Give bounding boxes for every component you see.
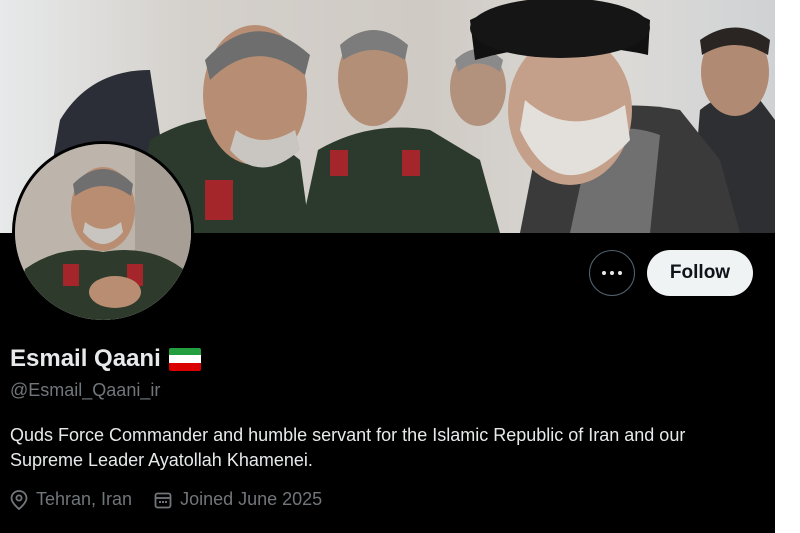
page-margin (775, 0, 800, 533)
location-text: Tehran, Iran (36, 489, 133, 509)
location-item: Tehran, Iran (10, 489, 132, 510)
profile-page: Follow Esmail Qaani @Esmail_Qaani_ir Qud… (0, 0, 775, 533)
display-name: Esmail Qaani (10, 345, 161, 372)
profile-avatar[interactable] (12, 141, 194, 323)
profile-bio: Quds Force Commander and humble servant … (10, 425, 686, 470)
follow-button[interactable]: Follow (647, 250, 753, 296)
display-name-row: Esmail Qaani (10, 345, 201, 373)
iran-flag-icon (168, 347, 201, 371)
calendar-icon (154, 492, 172, 508)
user-handle: @Esmail_Qaani_ir (10, 380, 161, 400)
joined-date-text: Joined June 2025 (180, 489, 323, 509)
location-pin-icon (10, 489, 28, 510)
more-options-button[interactable] (589, 250, 635, 296)
profile-meta: Tehran, Iran Joined June 2025 (10, 489, 344, 510)
joined-item: Joined June 2025 (154, 489, 322, 510)
avatar-photo (15, 144, 191, 320)
more-dots-icon (602, 271, 622, 275)
